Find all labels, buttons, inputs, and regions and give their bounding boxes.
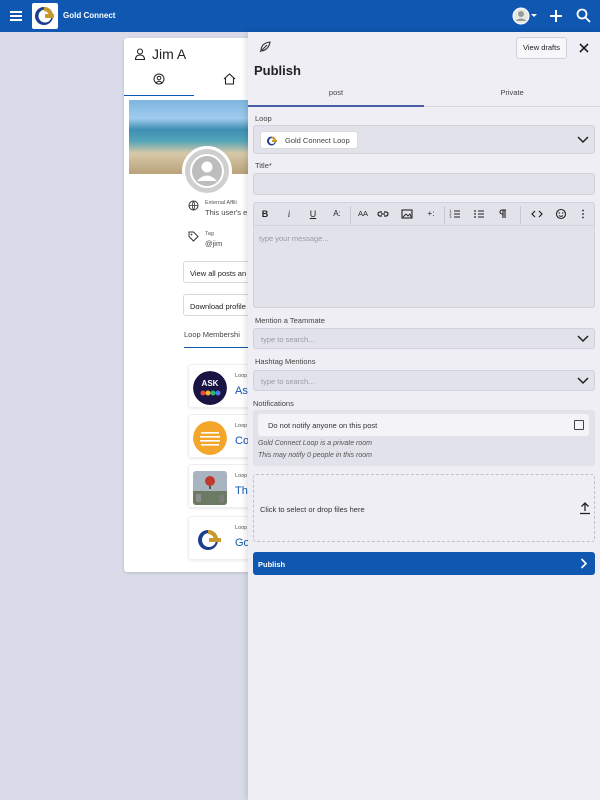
private-room-note: Gold Connect Loop is a private room (258, 440, 373, 447)
loop-item[interactable]: Loop The (188, 464, 254, 508)
italic-button[interactable]: i (282, 207, 296, 221)
toolbar-divider (350, 206, 351, 224)
affiliation-label: External Affili (205, 200, 237, 206)
loop-item[interactable]: Loop Co (188, 414, 254, 458)
tag-value: @jim (205, 239, 223, 248)
svg-text:3: 3 (450, 215, 452, 219)
affiliation-value: This user's e (205, 208, 248, 217)
mention-input[interactable]: type to search... (253, 328, 595, 349)
profile-card: Jim A External Affili This user's e Tag … (124, 38, 254, 572)
title-label: Title* (255, 161, 272, 170)
paragraph-icon[interactable] (496, 207, 510, 221)
loop-prefix: Loop (235, 423, 248, 429)
tab-profile[interactable] (124, 72, 194, 96)
loop-prefix: Loop (235, 373, 248, 379)
font-case-button[interactable]: AA (354, 207, 372, 221)
person-icon (134, 48, 146, 60)
notify-count-note: This may notify 0 people in this room (258, 452, 372, 459)
loop-name: Co (235, 435, 250, 447)
loop-label: Loop (255, 114, 272, 123)
tab-private[interactable]: Private (424, 88, 600, 107)
tag-label: Tag (205, 231, 214, 237)
profile-header: Jim A (134, 46, 186, 62)
mention-placeholder: type to search... (261, 335, 315, 344)
hashtag-input[interactable]: type to search... (253, 370, 595, 391)
editor-placeholder: type your message... (259, 234, 329, 243)
lines-logo (193, 421, 227, 455)
loop-prefix: Loop (235, 525, 248, 531)
loop-chip: Gold Connect Loop (260, 131, 358, 149)
do-not-notify-option[interactable]: Do not notify anyone on this post (258, 414, 589, 436)
notifications-box: Do not notify anyone on this post Gold C… (253, 410, 595, 466)
bullet-list-icon[interactable] (472, 207, 486, 221)
account-menu-button[interactable] (512, 7, 538, 25)
bold-button[interactable]: B (258, 207, 272, 221)
publish-button-label: Publish (258, 560, 286, 569)
publish-panel: Publish View drafts post Private Loop Go… (248, 32, 600, 800)
hashtag-placeholder: type to search... (261, 377, 315, 386)
tab-loop-memberships[interactable]: Loop Membershi (184, 330, 254, 348)
view-drafts-button[interactable]: View drafts (516, 37, 567, 59)
chevron-right-icon (580, 558, 588, 569)
tab-post[interactable]: post (248, 88, 424, 107)
affiliation-row: External Affili This user's e (188, 200, 247, 217)
numbered-list-icon[interactable]: 123 (448, 207, 462, 221)
publish-button[interactable]: Publish (253, 552, 595, 575)
text-size-button[interactable]: A: (330, 207, 344, 221)
notifications-label: Notifications (253, 399, 294, 408)
download-profile-button[interactable]: Download profile (183, 294, 254, 316)
insert-button[interactable]: +: (424, 207, 438, 221)
loop-item[interactable]: ASK Loop Ask (188, 364, 254, 408)
balloon-photo (193, 471, 227, 505)
gold-connect-logo (193, 523, 227, 557)
menu-icon[interactable] (9, 9, 23, 23)
profile-tabs (124, 72, 254, 96)
loop-chip-label: Gold Connect Loop (285, 136, 350, 145)
brand-name: Gold Connect (63, 11, 116, 20)
profile-name: Jim A (152, 46, 187, 62)
top-app-bar: Gold Connect (0, 0, 600, 32)
do-not-notify-checkbox[interactable] (574, 420, 584, 430)
search-icon[interactable] (576, 8, 591, 23)
more-vertical-icon[interactable] (576, 207, 590, 221)
tab-home[interactable] (194, 72, 254, 96)
upload-icon (579, 501, 591, 515)
image-icon[interactable] (400, 207, 414, 221)
do-not-notify-label: Do not notify anyone on this post (268, 421, 378, 430)
tag-row: Tag @jim (188, 231, 222, 248)
close-icon[interactable] (579, 43, 589, 53)
code-icon[interactable] (530, 207, 544, 221)
message-editor[interactable]: type your message... (253, 226, 595, 308)
file-dropzone[interactable]: Click to select or drop files here (253, 474, 595, 542)
chevron-down-icon (577, 136, 589, 144)
loop-select[interactable]: Gold Connect Loop (253, 125, 595, 154)
panel-title: Publish (254, 63, 301, 78)
profile-avatar (182, 146, 232, 196)
chevron-down-icon (577, 377, 589, 385)
mention-label: Mention a Teammate (255, 316, 325, 325)
loop-prefix: Loop (235, 473, 248, 479)
toolbar-divider (444, 206, 445, 224)
title-input[interactable] (253, 173, 595, 195)
hashtag-label: Hashtag Mentions (255, 357, 316, 366)
brand-logo[interactable] (32, 3, 58, 29)
svg-text:ASK: ASK (202, 379, 219, 388)
toolbar-divider (520, 206, 521, 224)
globe-icon (188, 200, 199, 217)
ask-loop-logo: ASK (193, 371, 227, 405)
editor-toolbar: B i U A: AA +: 123 (253, 202, 595, 226)
feather-icon (258, 40, 272, 54)
link-icon[interactable] (376, 207, 390, 221)
underline-button[interactable]: U (306, 207, 320, 221)
emoji-icon[interactable] (554, 207, 568, 221)
dropzone-label: Click to select or drop files here (260, 505, 365, 514)
view-all-posts-button[interactable]: View all posts an (183, 261, 254, 283)
tag-icon (188, 231, 199, 248)
gold-connect-logo (266, 135, 278, 147)
plus-icon[interactable] (549, 9, 563, 23)
chevron-down-icon (577, 335, 589, 343)
loop-item[interactable]: Loop Gol (188, 516, 254, 560)
